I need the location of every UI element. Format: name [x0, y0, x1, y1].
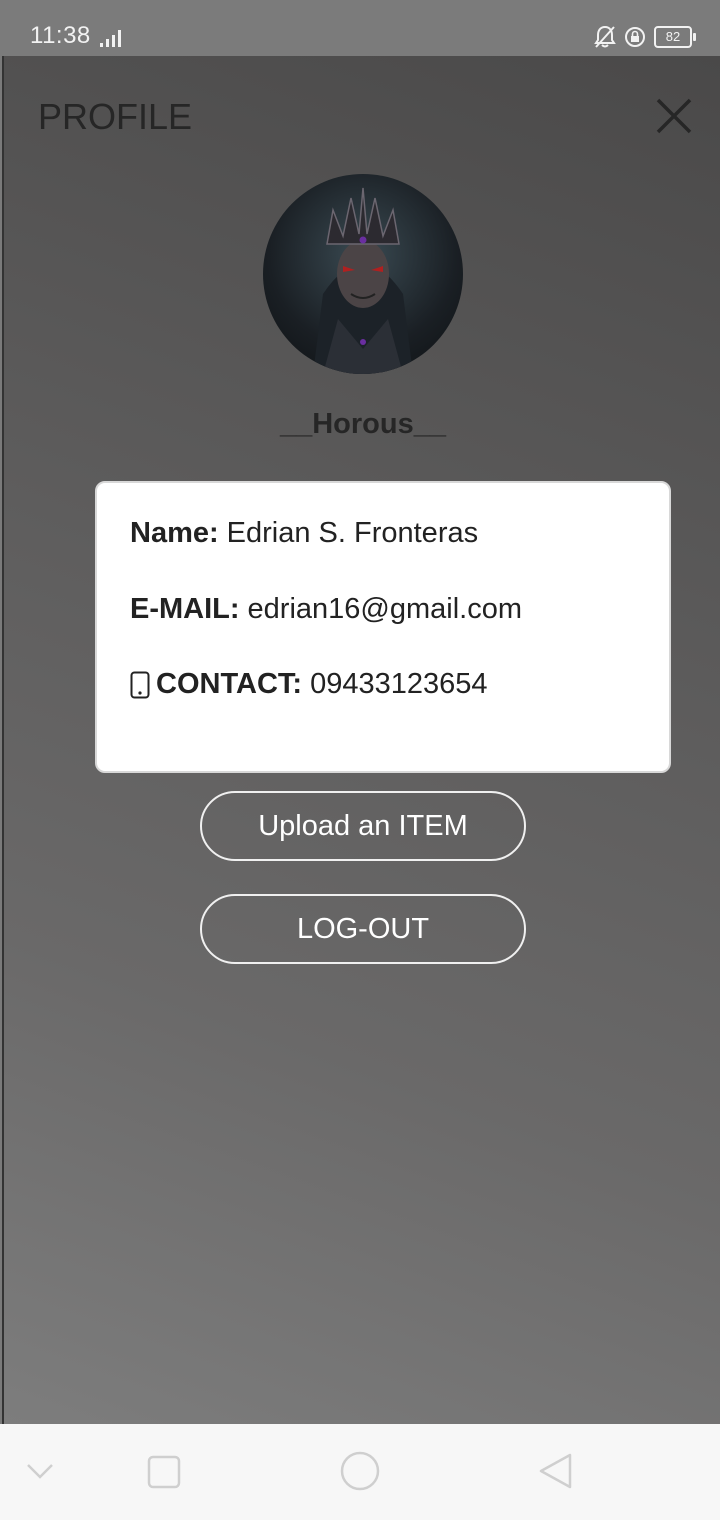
- logout-button[interactable]: LOG-OUT: [200, 894, 526, 964]
- page-title: PROFILE: [38, 96, 193, 137]
- profile-panel: PROFILE __Horous__ Name: Edrian S. Front…: [2, 56, 720, 1424]
- back-icon[interactable]: [537, 1452, 575, 1490]
- upload-item-button[interactable]: Upload an ITEM: [200, 791, 526, 861]
- email-row: E-MAIL: edrian16@gmail.com: [130, 593, 522, 626]
- dark-king-portrait: [313, 187, 413, 374]
- rotation-lock-icon: [625, 27, 645, 47]
- battery-icon: 82: [654, 26, 696, 48]
- email-value: edrian16@gmail.com: [247, 593, 522, 625]
- status-bar: 11:38 82: [0, 0, 720, 56]
- recent-apps-icon[interactable]: [146, 1454, 182, 1490]
- email-label: E-MAIL:: [130, 593, 240, 625]
- name-row: Name: Edrian S. Fronteras: [130, 517, 478, 550]
- avatar: [263, 174, 463, 374]
- contact-value: 09433123654: [310, 668, 488, 700]
- close-icon[interactable]: [654, 96, 694, 136]
- name-value: Edrian S. Fronteras: [226, 517, 479, 549]
- username: __Horous__: [279, 408, 446, 440]
- phone-icon: [130, 671, 150, 698]
- signal-icon: [100, 30, 121, 47]
- contact-label: CONTACT:: [156, 668, 303, 700]
- chevron-down-icon[interactable]: [26, 1462, 54, 1480]
- system-nav-bar: [0, 1424, 720, 1520]
- contact-row: CONTACT: 09433123654: [130, 668, 487, 701]
- name-label: Name:: [130, 517, 219, 549]
- info-card: Name: Edrian S. Fronteras E-MAIL: edrian…: [95, 481, 671, 773]
- bell-off-icon: [594, 25, 616, 48]
- status-time: 11:38: [30, 22, 91, 49]
- home-icon[interactable]: [339, 1450, 381, 1492]
